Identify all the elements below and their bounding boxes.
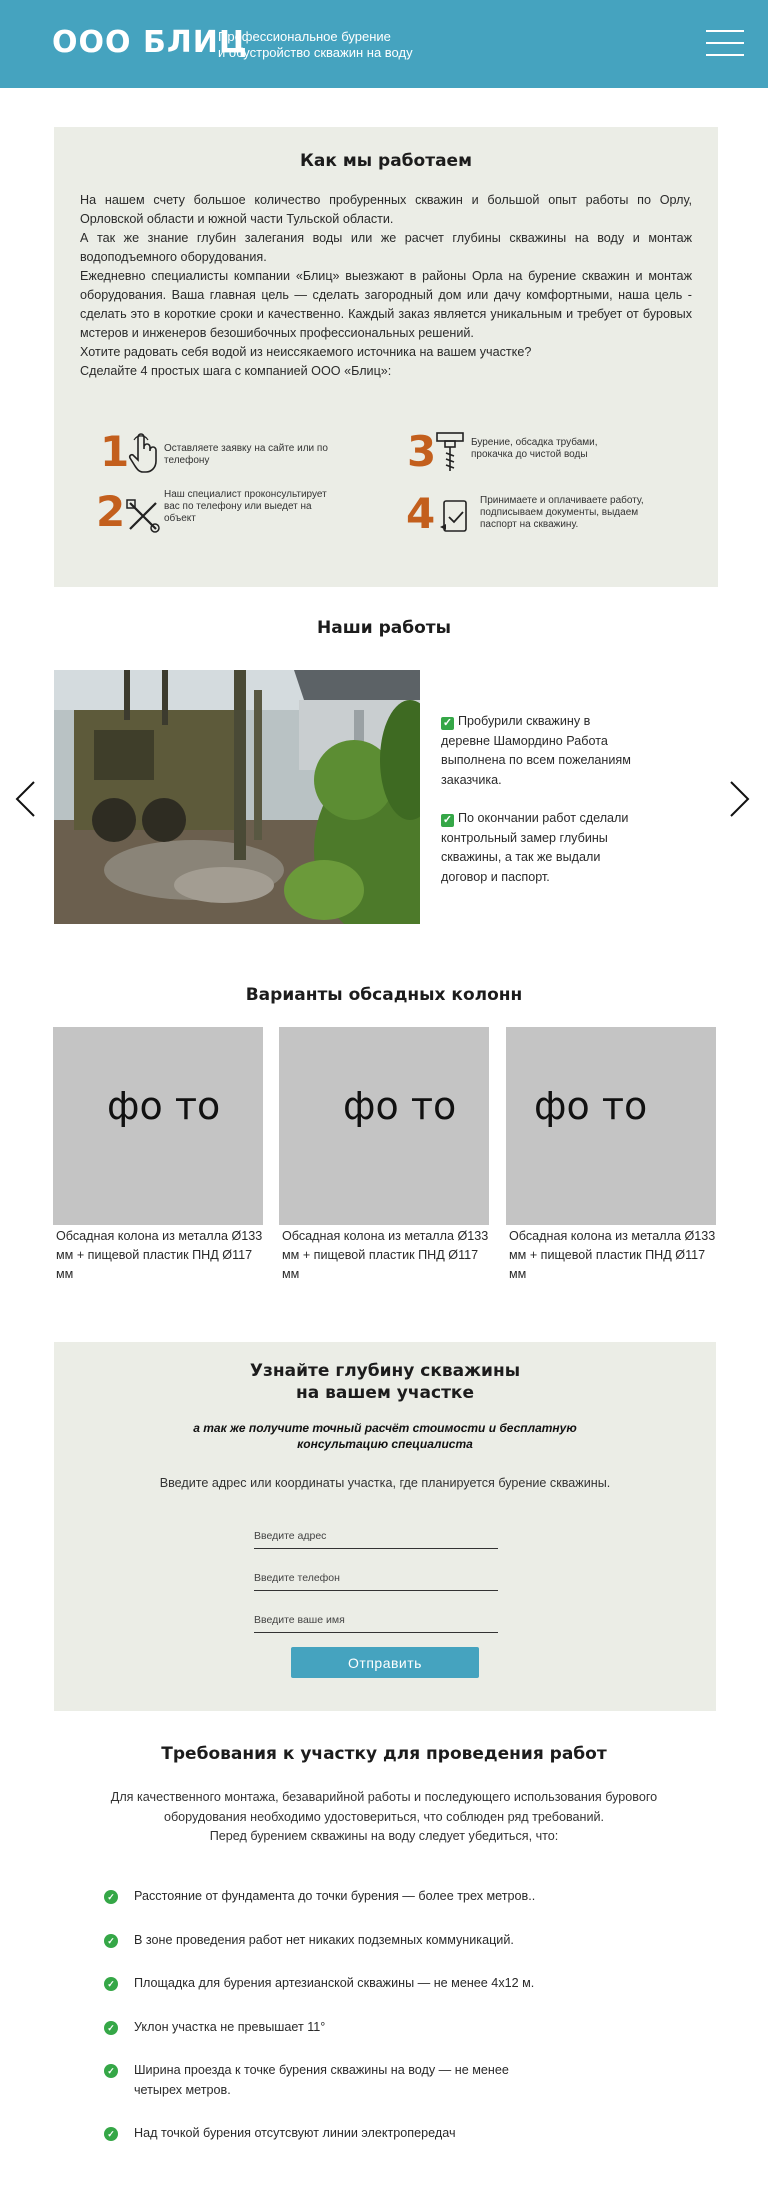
check-icon: ✓: [441, 717, 454, 730]
check-circle-icon: ✓: [104, 1890, 118, 1904]
photo-placeholder: фо то: [279, 1027, 489, 1225]
step-number: 1: [100, 427, 130, 476]
step-number: 3: [407, 427, 437, 476]
step-text: Наш специалист проконсультирует вас по т…: [164, 489, 327, 524]
subtitle-line-1: а так же получите точный расчёт стоимост…: [193, 1421, 577, 1435]
how-we-work-title: Как мы работаем: [300, 151, 472, 171]
carousel-next-arrow-icon[interactable]: [729, 780, 751, 818]
depth-form-hint: Введите адрес или координаты участка, гд…: [159, 1476, 611, 1490]
tagline: Профессиональное бурение и обустройство …: [218, 29, 413, 61]
casing-caption: Обсадная колона из металла Ø133 мм + пищ…: [56, 1229, 263, 1281]
how-paragraph: А так же знание глубин залегания воды ил…: [80, 231, 692, 264]
drill-icon: [436, 432, 464, 471]
how-paragraph: Сделайте 4 простых шага с компанией ООО …: [80, 364, 392, 378]
step-text: Принимаете и оплачиваете работу, подписы…: [480, 495, 644, 530]
casing-caption: Обсадная колона из металла Ø133 мм + пищ…: [282, 1229, 489, 1281]
photo-placeholder: фо то: [53, 1027, 263, 1225]
subtitle-line-2: консультацию специалиста: [297, 1437, 473, 1451]
works-photo: [54, 670, 420, 924]
phone-input[interactable]: [254, 1566, 498, 1591]
step-2: 2 Наш специалист проконсультирует вас по…: [96, 489, 396, 539]
depth-form-section: Узнайте глубину скважины на вашем участк…: [54, 1342, 716, 1711]
intro-line-2: оборудования необходимо удостовериться, …: [163, 1809, 605, 1824]
requirement-text: Площадка для бурения артезианской скважи…: [134, 1976, 535, 1990]
check-circle-icon: ✓: [104, 1977, 118, 1991]
intro-line-3: Перед бурением скважины на воду следует …: [209, 1829, 559, 1843]
requirement-item: ✓ Над точкой бурения отсутсвуют линии эле…: [104, 2124, 664, 2144]
tools-icon: [126, 499, 160, 533]
depth-title-line-1: Узнайте глубину скважины: [249, 1361, 521, 1381]
photo-placeholder-text: фо то: [107, 1084, 221, 1128]
requirement-text: Ширина проезда к точке бурения скважины …: [134, 2063, 509, 2097]
drilling-rig-photo: [54, 670, 420, 924]
document-check-icon: [440, 500, 467, 532]
intro-line-1: Для качественного монтажа, безаварийной …: [110, 1790, 658, 1804]
works-item-2: ✓ По окончании работ сделали контрольный …: [441, 809, 641, 887]
step-number: 2: [96, 487, 126, 536]
casing-title: Варианты обсадных колонн: [245, 985, 523, 1005]
photo-placeholder: фо то: [506, 1027, 716, 1225]
works-item-text: По окончании работ сделали контрольный з…: [441, 811, 629, 884]
how-paragraph: Хотите радовать себя водой из неиссякаем…: [80, 345, 532, 359]
how-paragraph: На нашем счету большое количество пробур…: [80, 193, 692, 226]
requirement-text: Расстояние от фундамента до точки бурени…: [134, 1889, 536, 1903]
works-item-text: Пробурили скважину в деревне Шамордино Р…: [441, 714, 631, 787]
requirement-item: ✓ Уклон участка не превышает 11°: [104, 2018, 664, 2038]
casing-caption: Обсадная колона из металла Ø133 мм + пищ…: [509, 1229, 716, 1281]
how-we-work-section: Как мы работаем На нашем счету большое к…: [54, 127, 718, 587]
requirements-title: Требования к участку для проведения рабо…: [161, 1744, 607, 1764]
site-header: ООО БЛИЦ Профессиональное бурение и обус…: [0, 0, 768, 88]
step-number: 4: [406, 489, 436, 538]
casing-card-1[interactable]: фо то Обсадная колона из металла Ø133 мм…: [53, 1027, 263, 1284]
how-paragraph: Ежедневно специалисты компании «Блиц» вы…: [80, 269, 692, 340]
check-circle-icon: ✓: [104, 1933, 118, 1948]
requirements-list: ✓ Расстояние от фундамента до точки бурен…: [104, 1887, 664, 2144]
step-3: 3 Бурение, обсадка трубами, прокачка до …: [407, 429, 707, 479]
casing-card-3[interactable]: фо то Обсадная колона из металла Ø133 мм…: [506, 1027, 716, 1284]
requirements-intro: Для качественного монтажа, безаварийной …: [40, 1788, 728, 1847]
step-text: Оставляете заявку на сайте или по телефо…: [164, 443, 328, 466]
requirement-item: ✓ Ширина проезда к точке бурения скважины…: [104, 2061, 554, 2100]
how-we-work-text: На нашем счету большое количество пробур…: [80, 191, 692, 381]
submit-button[interactable]: Отправить: [291, 1647, 479, 1678]
check-icon: ✓: [441, 814, 454, 827]
tagline-line-1: Профессиональное бурение: [218, 29, 391, 44]
menu-burger-icon[interactable]: [706, 30, 744, 56]
tagline-line-2: и обустройство скважин на воду: [218, 45, 413, 60]
requirement-text: В зоне проведения работ нет никаких подз…: [134, 1932, 514, 1947]
name-input[interactable]: [254, 1608, 498, 1633]
requirement-text: Над точкой бурения отсутсвуют линии элек…: [134, 2126, 456, 2140]
check-circle-icon: ✓: [104, 2127, 118, 2141]
address-input[interactable]: [254, 1524, 498, 1549]
carousel-prev-arrow-icon[interactable]: [14, 780, 36, 818]
check-circle-icon: ✓: [104, 2020, 118, 2035]
works-item-1: ✓ Пробурили скважину в деревне Шамордино …: [441, 712, 641, 790]
hand-pointer-icon: [128, 433, 157, 473]
casing-card-2[interactable]: фо то Обсадная колона из металла Ø133 мм…: [279, 1027, 489, 1284]
photo-placeholder-text: фо то: [534, 1084, 648, 1128]
requirement-text: Уклон участка не превышает 11°: [134, 2019, 326, 2034]
requirement-item: ✓ Расстояние от фундамента до точки бурен…: [104, 1887, 664, 1907]
photo-placeholder-text: фо то: [343, 1084, 457, 1128]
step-4: 4 Принимаете и оплачиваете работу, подпи…: [406, 491, 706, 541]
step-1: 1 Оставляете заявку на сайте или по теле…: [100, 429, 400, 479]
step-text: Бурение, обсадка трубами, прокачка до чи…: [471, 437, 598, 460]
works-description: ✓ Пробурили скважину в деревне Шамордино …: [441, 712, 641, 906]
check-circle-icon: ✓: [104, 2064, 118, 2078]
depth-form-subtitle: а так же получите точный расчёт стоимост…: [54, 1420, 716, 1452]
requirement-item: ✓ В зоне проведения работ нет никаких под…: [104, 1931, 664, 1951]
works-title: Наши работы: [317, 618, 451, 638]
depth-form-title: Узнайте глубину скважины на вашем участк…: [54, 1360, 716, 1404]
depth-title-line-2: на вашем участке: [296, 1383, 474, 1403]
requirement-item: ✓ Площадка для бурения артезианской скваж…: [104, 1974, 664, 1994]
